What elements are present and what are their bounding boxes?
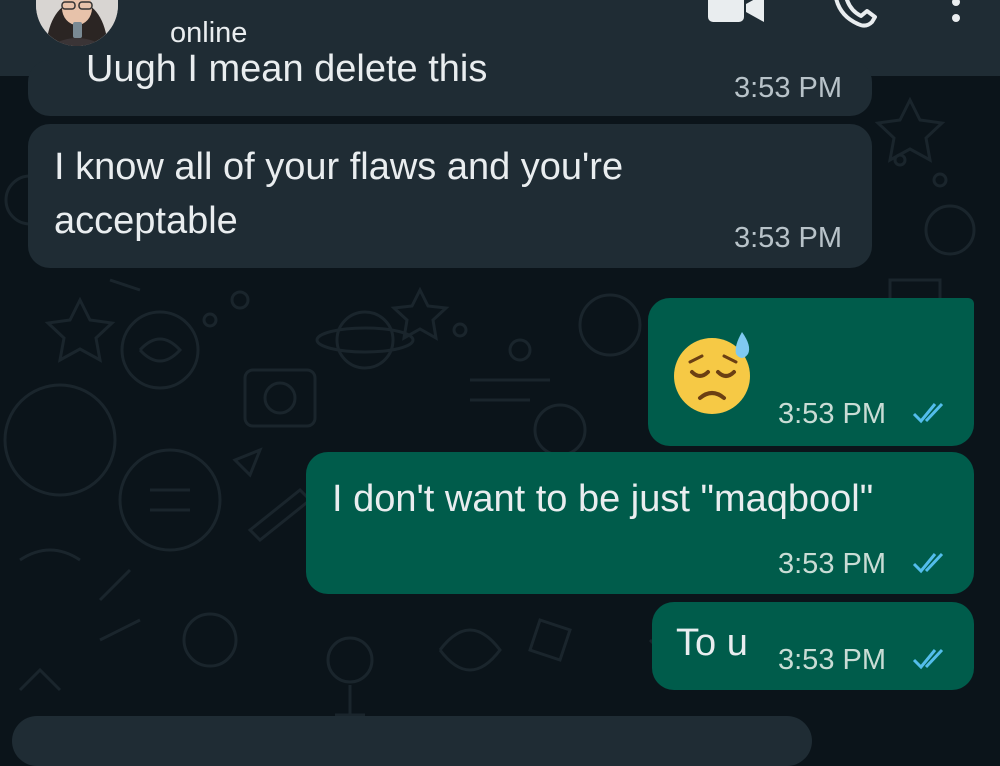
message-time: 3:53 PM: [778, 398, 886, 430]
message-input-bar[interactable]: [12, 716, 812, 766]
message-text-line2: acceptable: [54, 200, 238, 242]
message-text: I don't want to be just "maqbool": [332, 478, 874, 520]
more-vert-icon[interactable]: [948, 0, 964, 26]
avatar-image: [36, 0, 118, 46]
read-receipt-double-check-icon: [912, 552, 944, 574]
message-time: 3:53 PM: [778, 644, 886, 676]
message-time: 3:53 PM: [778, 548, 886, 580]
contact-avatar[interactable]: [36, 0, 118, 46]
phone-icon[interactable]: [832, 0, 878, 28]
message-text: Uugh I mean delete this: [86, 48, 488, 90]
incoming-message[interactable]: Uugh I mean delete this 3:53 PM: [28, 48, 872, 116]
contact-status: online: [170, 17, 248, 49]
message-text: To u: [676, 622, 748, 664]
read-receipt-double-check-icon: [912, 648, 944, 670]
outgoing-message[interactable]: To u 3:53 PM: [652, 602, 974, 690]
downcast-face-with-sweat-emoji: [674, 332, 750, 414]
outgoing-message[interactable]: I don't want to be just "maqbool" 3:53 P…: [306, 452, 974, 594]
chat-screen: online Uugh I mean delete this 3:53 PM I…: [0, 0, 1000, 766]
incoming-message[interactable]: I know all of your flaws and you're acce…: [28, 124, 872, 268]
message-time: 3:53 PM: [734, 222, 842, 254]
video-call-icon[interactable]: [708, 0, 764, 22]
outgoing-message[interactable]: 3:53 PM: [648, 298, 974, 446]
message-text-line1: I know all of your flaws and you're: [54, 146, 624, 188]
message-time: 3:53 PM: [734, 72, 842, 104]
read-receipt-double-check-icon: [912, 402, 944, 424]
